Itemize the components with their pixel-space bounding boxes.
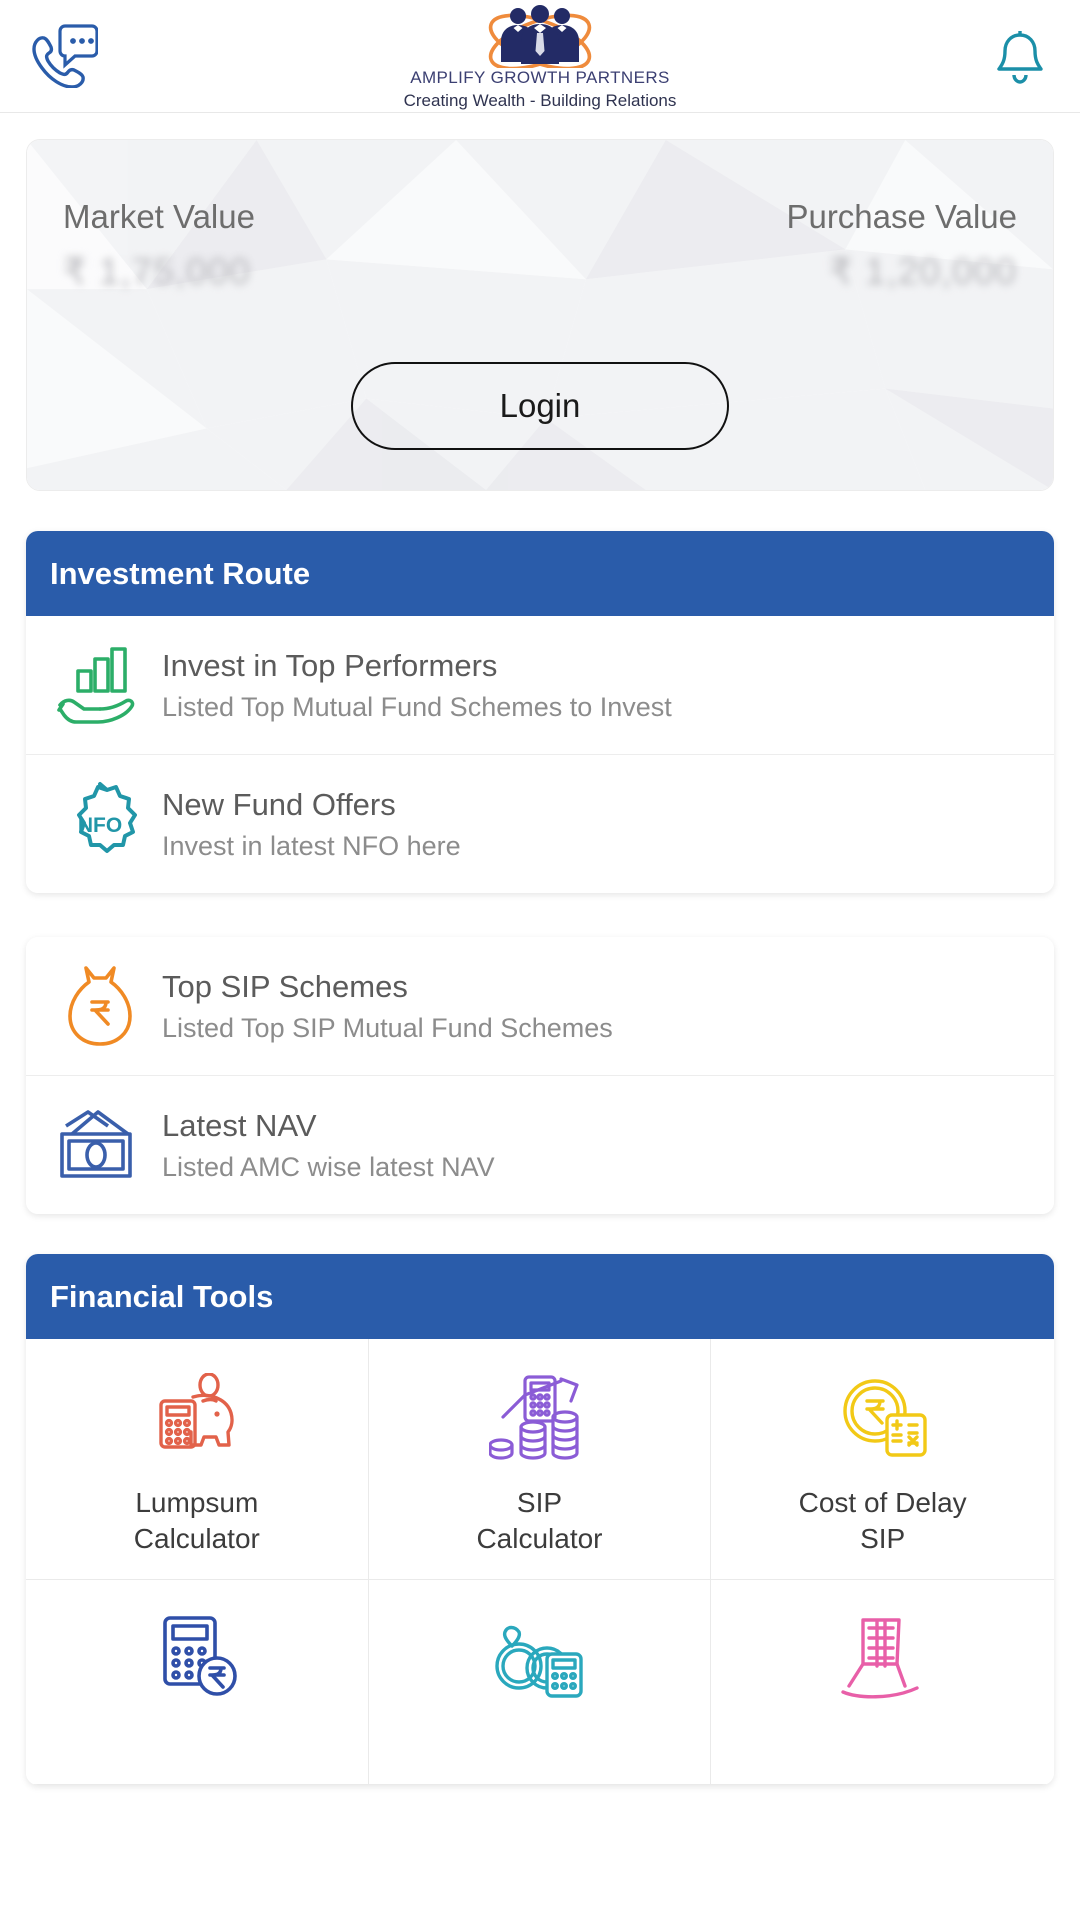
list-item-latest-nav[interactable]: Latest NAV Listed AMC wise latest NAV [26,1075,1054,1214]
list-item-title: Latest NAV [162,1107,317,1143]
wedding-rings-calculator-icon [489,1610,589,1706]
tool-label: SIP Calculator [476,1487,603,1554]
tool-lumpsum-calculator[interactable]: Lumpsum Calculator [26,1339,369,1580]
list-item-subtitle: Listed Top SIP Mutual Fund Schemes [162,1012,613,1043]
hand-bar-chart-icon [48,642,152,728]
financial-tools-card: Financial Tools Lumpsum Calculator SIP C… [26,1254,1054,1785]
tool-label: Lumpsum Calculator [133,1487,260,1554]
purchase-value-label: Purchase Value [786,198,1017,235]
brand-name: AMPLIFY GROWTH PARTNERS [410,67,670,87]
list-item-text: Top SIP Schemes Listed Top SIP Mutual Fu… [152,969,613,1044]
purchase-value-block: Purchase Value ₹ 1,20,000 [559,198,1017,293]
investment-route-card: Investment Route Invest in Top Performer… [26,531,1054,893]
purchase-value-amount: ₹ 1,20,000 [829,251,1017,292]
list-item-subtitle: Listed Top Mutual Fund Schemes to Invest [162,691,672,722]
market-value-block: Market Value ₹ 1,75,000 [63,198,521,293]
list-item-top-performers[interactable]: Invest in Top Performers Listed Top Mutu… [26,616,1054,754]
support-call-button[interactable] [26,22,99,93]
brand-tagline: Creating Wealth - Building Relations [403,90,677,110]
brand-block: AMPLIFY GROWTH PARTNERS Creating Wealth … [403,0,677,113]
rupee-coin-calculator-icon [833,1369,933,1465]
financial-tools-grid: Lumpsum Calculator SIP Calculator Cost o… [26,1339,1054,1785]
portfolio-summary-card: Market Value ₹ 1,75,000 Purchase Value ₹… [26,139,1054,491]
list-item-title: Invest in Top Performers [162,647,498,683]
piggy-bank-calculator-icon [147,1369,247,1465]
investment-route-title: Investment Route [26,531,1054,616]
list-item-top-sip-schemes[interactable]: Top SIP Schemes Listed Top SIP Mutual Fu… [26,937,1054,1075]
market-value-label: Market Value [63,198,255,235]
brand-logo-icon [455,2,625,70]
tool-sip-calculator[interactable]: SIP Calculator [368,1339,712,1580]
money-bag-rupee-icon [48,963,152,1049]
app-header: AMPLIFY GROWTH PARTNERS Creating Wealth … [0,0,1080,113]
list-item-text: Invest in Top Performers Listed Top Mutu… [152,648,672,723]
financial-tools-title: Financial Tools [26,1254,1054,1339]
list-item-subtitle: Invest in latest NFO here [162,830,461,861]
banknotes-icon [48,1102,152,1188]
market-value-amount: ₹ 1,75,000 [63,251,251,292]
list-item-subtitle: Listed AMC wise latest NAV [162,1151,495,1182]
tool-row2-retirement[interactable] [711,1580,1054,1785]
list-item-title: Top SIP Schemes [162,968,408,1004]
calculator-rupee-icon [147,1610,247,1706]
svg-text:NFO: NFO [78,814,122,837]
list-item-title: New Fund Offers [162,786,396,822]
tool-row2-calculator-rupee[interactable] [26,1579,369,1785]
tool-cost-of-delay-sip[interactable]: Cost of Delay SIP [711,1339,1054,1580]
rocking-chair-retirement-icon [833,1610,933,1706]
notification-bell-button[interactable] [994,30,1046,91]
tool-row2-wedding-rings[interactable] [368,1579,712,1785]
secondary-routes-card: Top SIP Schemes Listed Top SIP Mutual Fu… [26,937,1054,1214]
list-item-text: Latest NAV Listed AMC wise latest NAV [152,1108,495,1183]
list-item-new-fund-offers[interactable]: NFO New Fund Offers Invest in latest NFO… [26,754,1054,893]
calculator-coins-growth-icon [489,1369,589,1465]
login-button[interactable]: Login [351,362,729,450]
list-item-text: New Fund Offers Invest in latest NFO her… [152,787,461,862]
nfo-badge-icon: NFO [48,781,152,867]
tool-label: Cost of Delay SIP [798,1487,967,1554]
